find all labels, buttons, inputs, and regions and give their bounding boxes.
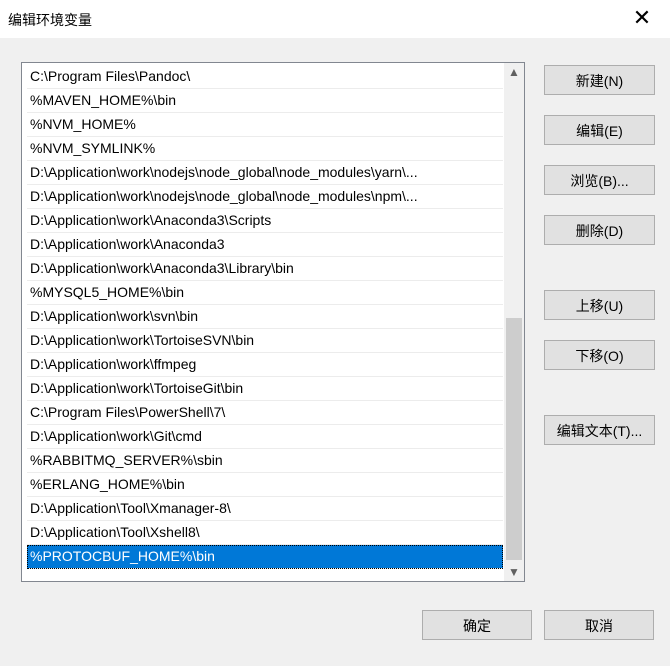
cancel-button[interactable]: 取消 — [544, 610, 654, 640]
list-item[interactable]: D:\Application\Tool\Xmanager-8\ — [27, 497, 503, 521]
list-item[interactable]: D:\Application\work\ffmpeg — [27, 353, 503, 377]
title-bar: 编辑环境变量 ✕ — [0, 0, 670, 38]
path-list[interactable]: C:\Program Files\Pandoc\ %MAVEN_HOME%\bi… — [21, 62, 525, 582]
list-item[interactable]: D:\Application\work\Anaconda3\Library\bi… — [27, 257, 503, 281]
list-item[interactable]: D:\Application\Tool\Xshell8\ — [27, 521, 503, 545]
list-item[interactable]: %NVM_SYMLINK% — [27, 137, 503, 161]
scroll-up-icon[interactable]: ▲ — [504, 63, 524, 81]
vertical-scrollbar[interactable]: ▲ ▼ — [504, 63, 524, 581]
list-item[interactable]: D:\Application\work\TortoiseGit\bin — [27, 377, 503, 401]
delete-button[interactable]: 删除(D) — [544, 215, 655, 245]
list-item-selected[interactable]: %PROTOCBUF_HOME%\bin — [27, 545, 503, 569]
new-button[interactable]: 新建(N) — [544, 65, 655, 95]
list-item[interactable]: D:\Application\work\Anaconda3\Scripts — [27, 209, 503, 233]
list-item[interactable]: D:\Application\work\Anaconda3 — [27, 233, 503, 257]
list-item[interactable]: C:\Program Files\Pandoc\ — [27, 65, 503, 89]
edit-button[interactable]: 编辑(E) — [544, 115, 655, 145]
list-item[interactable]: %MAVEN_HOME%\bin — [27, 89, 503, 113]
move-up-button[interactable]: 上移(U) — [544, 290, 655, 320]
list-item[interactable]: D:\Application\work\svn\bin — [27, 305, 503, 329]
close-icon[interactable]: ✕ — [630, 6, 654, 30]
list-item[interactable]: D:\Application\work\nodejs\node_global\n… — [27, 185, 503, 209]
scrollbar-thumb[interactable] — [506, 318, 522, 560]
browse-button[interactable]: 浏览(B)... — [544, 165, 655, 195]
list-item[interactable]: D:\Application\work\TortoiseSVN\bin — [27, 329, 503, 353]
scroll-down-icon[interactable]: ▼ — [504, 563, 524, 581]
list-item[interactable]: %MYSQL5_HOME%\bin — [27, 281, 503, 305]
list-item[interactable]: %RABBITMQ_SERVER%\sbin — [27, 449, 503, 473]
move-down-button[interactable]: 下移(O) — [544, 340, 655, 370]
list-item[interactable]: C:\Program Files\PowerShell\7\ — [27, 401, 503, 425]
ok-button[interactable]: 确定 — [422, 610, 532, 640]
window-title: 编辑环境变量 — [8, 12, 92, 28]
list-item[interactable]: %NVM_HOME% — [27, 113, 503, 137]
list-item[interactable]: D:\Application\work\nodejs\node_global\n… — [27, 161, 503, 185]
path-list-rows: C:\Program Files\Pandoc\ %MAVEN_HOME%\bi… — [27, 65, 503, 569]
list-item[interactable]: D:\Application\work\Git\cmd — [27, 425, 503, 449]
edit-text-button[interactable]: 编辑文本(T)... — [544, 415, 655, 445]
list-item[interactable]: %ERLANG_HOME%\bin — [27, 473, 503, 497]
